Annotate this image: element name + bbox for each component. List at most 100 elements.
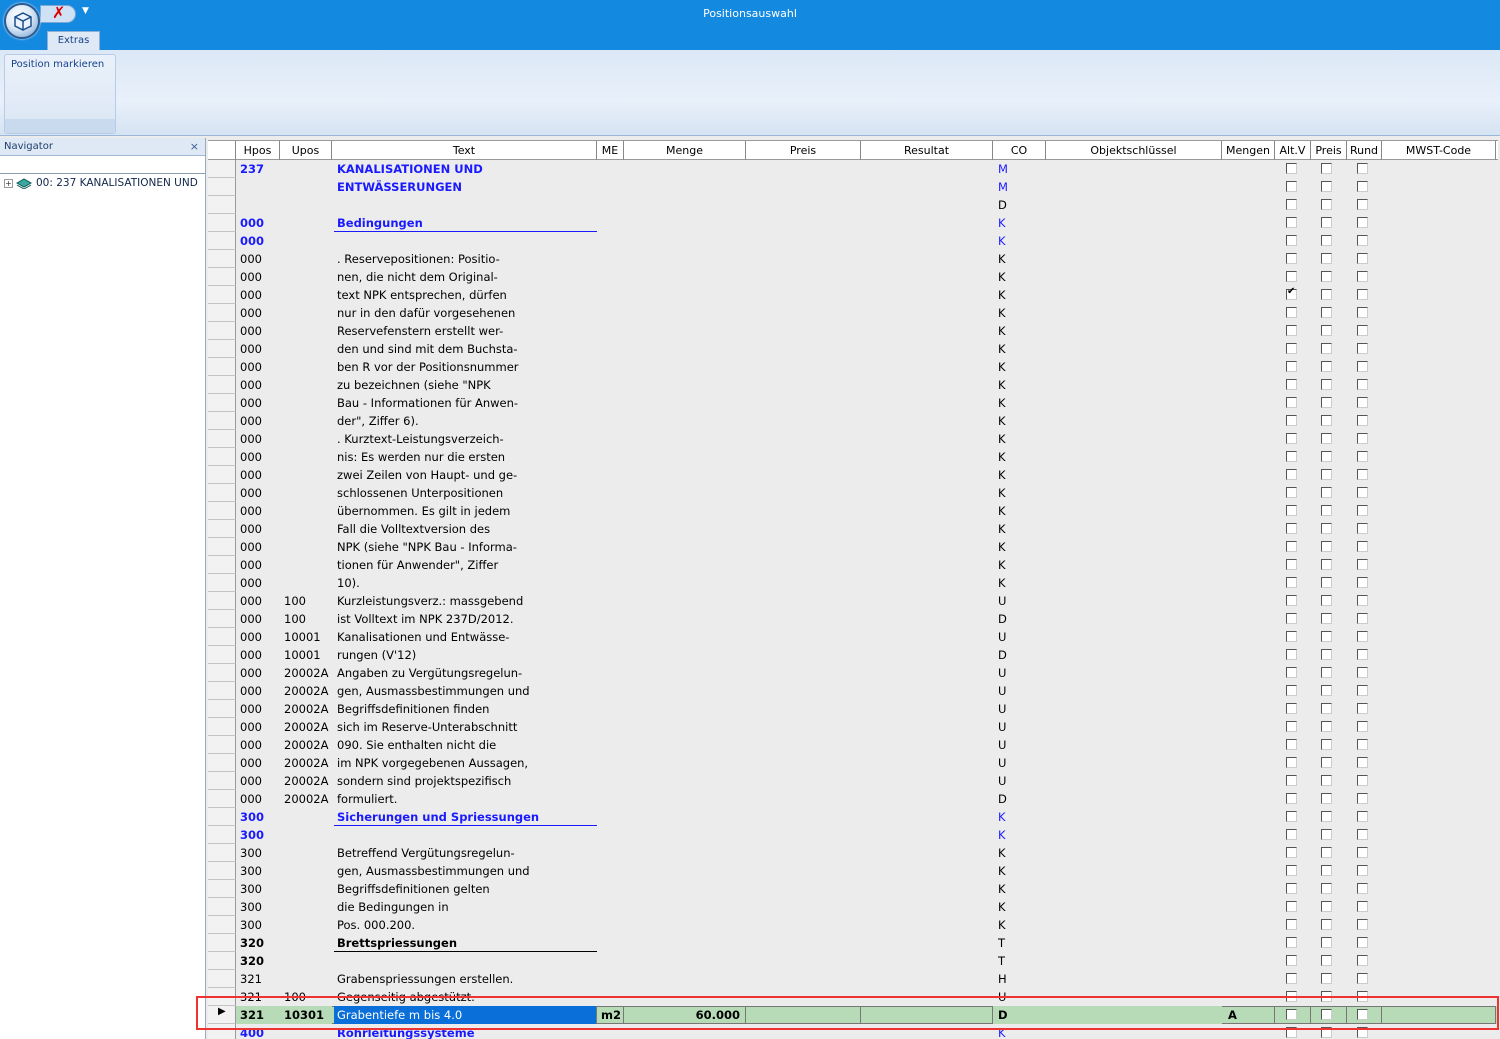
row-indicator[interactable] xyxy=(208,916,236,934)
alt-v-checkbox[interactable] xyxy=(1286,901,1297,912)
table-row[interactable]: 400 Rohrleitungssysteme K xyxy=(208,1024,1498,1039)
column-header-hpos[interactable]: Hpos xyxy=(236,141,280,160)
preis-checkbox[interactable] xyxy=(1321,613,1332,624)
row-indicator[interactable] xyxy=(208,196,236,214)
rund-checkbox[interactable] xyxy=(1357,307,1368,318)
alt-v-checkbox[interactable] xyxy=(1286,286,1297,300)
preis-checkbox[interactable] xyxy=(1321,631,1332,642)
column-header-objektschl-ssel[interactable]: Objektschlüssel xyxy=(1046,141,1222,160)
rund-checkbox[interactable] xyxy=(1357,181,1368,192)
preis-checkbox[interactable] xyxy=(1321,379,1332,390)
table-row[interactable]: D xyxy=(208,196,1498,214)
row-indicator[interactable] xyxy=(208,646,236,664)
table-row[interactable]: 000 NPK (siehe "NPK Bau - Informa- K xyxy=(208,538,1498,556)
rund-checkbox[interactable] xyxy=(1357,667,1368,678)
row-indicator[interactable] xyxy=(208,880,236,898)
rund-checkbox[interactable] xyxy=(1357,865,1368,876)
rund-checkbox[interactable] xyxy=(1357,901,1368,912)
row-indicator[interactable] xyxy=(208,844,236,862)
preis-checkbox[interactable] xyxy=(1321,505,1332,516)
preis-checkbox[interactable] xyxy=(1321,253,1332,264)
column-header-preis[interactable]: Preis xyxy=(1311,141,1347,160)
table-row[interactable]: 000 Reservefenstern erstellt wer- K xyxy=(208,322,1498,340)
table-row[interactable]: 000 zu bezeichnen (siehe "NPK K xyxy=(208,376,1498,394)
preis-checkbox[interactable] xyxy=(1321,793,1332,804)
table-row[interactable]: 320 T xyxy=(208,952,1498,970)
rund-checkbox[interactable] xyxy=(1357,559,1368,570)
preis-checkbox[interactable] xyxy=(1321,757,1332,768)
row-indicator[interactable] xyxy=(208,574,236,592)
row-indicator[interactable] xyxy=(208,430,236,448)
rund-checkbox[interactable] xyxy=(1357,631,1368,642)
alt-v-checkbox[interactable] xyxy=(1286,721,1297,732)
table-row[interactable]: 000 20002A gen, Ausmassbestimmungen und U xyxy=(208,682,1498,700)
row-indicator[interactable] xyxy=(208,628,236,646)
alt-v-checkbox[interactable] xyxy=(1286,469,1297,480)
rund-checkbox[interactable] xyxy=(1357,487,1368,498)
rund-checkbox[interactable] xyxy=(1357,271,1368,282)
preis-checkbox[interactable] xyxy=(1321,847,1332,858)
rund-checkbox[interactable] xyxy=(1357,847,1368,858)
alt-v-checkbox[interactable] xyxy=(1286,505,1297,516)
alt-v-checkbox[interactable] xyxy=(1286,865,1297,876)
table-row[interactable]: 000 schlossenen Unterpositionen K xyxy=(208,484,1498,502)
preis-checkbox[interactable] xyxy=(1321,883,1332,894)
row-indicator[interactable] xyxy=(208,376,236,394)
alt-v-checkbox[interactable] xyxy=(1286,883,1297,894)
alt-v-checkbox[interactable] xyxy=(1286,415,1297,426)
preis-checkbox[interactable] xyxy=(1321,901,1332,912)
alt-v-checkbox[interactable] xyxy=(1286,451,1297,462)
table-row[interactable]: 321 Grabenspriessungen erstellen. H xyxy=(208,970,1498,988)
rund-checkbox[interactable] xyxy=(1357,523,1368,534)
rund-checkbox[interactable] xyxy=(1357,451,1368,462)
rund-checkbox[interactable] xyxy=(1357,343,1368,354)
alt-v-checkbox[interactable] xyxy=(1286,253,1297,264)
preis-checkbox[interactable] xyxy=(1321,415,1332,426)
preis-checkbox[interactable] xyxy=(1321,397,1332,408)
column-header-mwst-code[interactable]: MWST-Code xyxy=(1382,141,1496,160)
alt-v-checkbox[interactable] xyxy=(1286,775,1297,786)
rund-checkbox[interactable] xyxy=(1357,415,1368,426)
rund-checkbox[interactable] xyxy=(1357,361,1368,372)
table-row[interactable]: 000 10). K xyxy=(208,574,1498,592)
preis-checkbox[interactable] xyxy=(1321,361,1332,372)
navigator-search-input[interactable] xyxy=(0,157,205,174)
preis-checkbox[interactable] xyxy=(1321,721,1332,732)
rund-checkbox[interactable] xyxy=(1357,505,1368,516)
preis-checkbox[interactable] xyxy=(1321,865,1332,876)
rund-checkbox[interactable] xyxy=(1357,955,1368,966)
rund-checkbox[interactable] xyxy=(1357,577,1368,588)
row-indicator[interactable] xyxy=(208,448,236,466)
row-indicator[interactable] xyxy=(208,304,236,322)
alt-v-checkbox[interactable] xyxy=(1286,811,1297,822)
row-indicator[interactable] xyxy=(208,934,236,952)
alt-v-checkbox[interactable] xyxy=(1286,541,1297,552)
rund-checkbox[interactable] xyxy=(1357,595,1368,606)
row-indicator[interactable] xyxy=(208,358,236,376)
alt-v-checkbox[interactable] xyxy=(1286,163,1297,174)
table-row[interactable]: 000 Bedingungen K xyxy=(208,214,1498,232)
row-indicator[interactable] xyxy=(208,718,236,736)
alt-v-checkbox[interactable] xyxy=(1286,847,1297,858)
alt-v-checkbox[interactable] xyxy=(1286,973,1297,984)
row-indicator[interactable] xyxy=(208,790,236,808)
table-row[interactable]: 000 Bau - Informationen für Anwen- K xyxy=(208,394,1498,412)
alt-v-checkbox[interactable] xyxy=(1286,1027,1297,1038)
rund-checkbox[interactable] xyxy=(1357,937,1368,948)
row-indicator[interactable] xyxy=(208,466,236,484)
rund-checkbox[interactable] xyxy=(1357,991,1368,1002)
rund-checkbox[interactable] xyxy=(1357,397,1368,408)
preis-checkbox[interactable] xyxy=(1321,685,1332,696)
rund-checkbox[interactable] xyxy=(1357,883,1368,894)
rund-checkbox[interactable] xyxy=(1357,253,1368,264)
table-row[interactable]: 000 ben R vor der Positionsnummer K xyxy=(208,358,1498,376)
table-row[interactable]: 000 tionen für Anwender", Ziffer K xyxy=(208,556,1498,574)
row-indicator[interactable] xyxy=(208,610,236,628)
table-row[interactable]: 321 100 Gegenseitig abgestützt. U xyxy=(208,988,1498,1006)
table-row[interactable]: 000 20002A im NPK vorgegebenen Aussagen, U xyxy=(208,754,1498,772)
row-indicator[interactable] xyxy=(208,214,236,232)
alt-v-checkbox[interactable] xyxy=(1286,955,1297,966)
column-header-preis[interactable]: Preis xyxy=(746,141,861,160)
table-row[interactable]: 300 Begriffsdefinitionen gelten K xyxy=(208,880,1498,898)
rund-checkbox[interactable] xyxy=(1357,235,1368,246)
